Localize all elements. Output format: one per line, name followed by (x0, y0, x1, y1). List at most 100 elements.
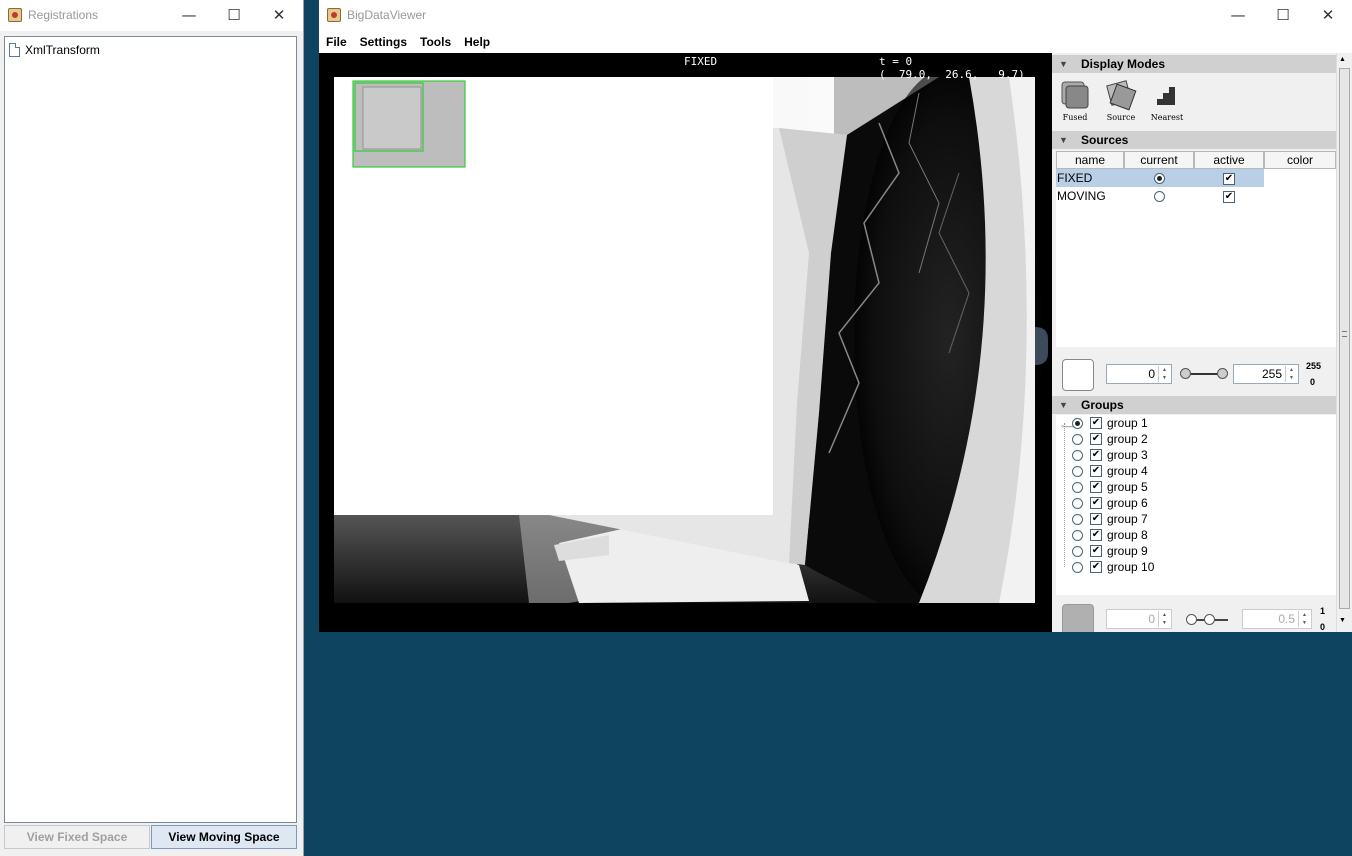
window-title: Registrations (28, 8, 99, 22)
mode-source-button[interactable]: Source (1099, 79, 1143, 122)
group-active-checkbox[interactable]: ✔ (1090, 497, 1102, 509)
current-group-radio[interactable] (1072, 545, 1083, 557)
group-active-checkbox[interactable]: ✔ (1090, 481, 1102, 493)
view-moving-space-button[interactable]: View Moving Space (151, 825, 297, 849)
source-name: FIXED (1056, 169, 1124, 187)
group-active-checkbox[interactable]: ✔ (1090, 465, 1102, 477)
registrations-titlebar[interactable]: Registrations — ☐ ✕ (0, 0, 303, 31)
source-row-moving[interactable]: MOVING ✔ (1056, 187, 1336, 205)
menu-tools[interactable]: Tools (420, 35, 451, 49)
group-row[interactable]: ✔ group 1 (1060, 415, 1148, 431)
menu-settings[interactable]: Settings (360, 35, 407, 49)
sources-table-header: name current active color (1056, 151, 1336, 169)
active-source-checkbox[interactable]: ✔ (1223, 190, 1235, 203)
display-modes-header[interactable]: ▼ Display Modes (1052, 55, 1336, 73)
volume-render (334, 68, 1048, 608)
grip-icon (1342, 331, 1347, 337)
mode-nearest-button[interactable]: Nearest (1145, 79, 1189, 122)
source-row-fixed[interactable]: FIXED ✔ (1056, 169, 1336, 187)
source-color-cell[interactable] (1264, 187, 1336, 205)
group-active-checkbox[interactable]: ✔ (1090, 417, 1102, 429)
menu-help[interactable]: Help (464, 35, 490, 49)
scroll-thumb[interactable] (1339, 68, 1350, 609)
maximize-icon[interactable]: ☐ (223, 4, 245, 26)
source-min-spinner[interactable]: 0 ▲ ▼ (1106, 364, 1172, 384)
group-active-checkbox[interactable]: ✔ (1090, 529, 1102, 541)
tree-item-label: XmlTransform (25, 43, 100, 57)
current-group-radio[interactable] (1072, 481, 1083, 493)
group-row[interactable]: ✔ group 6 (1060, 495, 1148, 511)
group-max-spinner[interactable]: 0.5 ▲ ▼ (1242, 609, 1312, 629)
col-color[interactable]: color (1264, 151, 1336, 169)
minimize-icon[interactable]: — (178, 4, 200, 26)
group-row[interactable]: ✔ group 10 (1060, 559, 1154, 575)
group-color-swatch[interactable] (1062, 604, 1094, 632)
group-active-checkbox[interactable]: ✔ (1090, 433, 1102, 445)
current-source-radio[interactable] (1153, 173, 1165, 185)
image-viewer-canvas[interactable]: FIXED t = 0 ( 79.0, 26.6, 9.7) (319, 53, 1048, 632)
current-source-radio[interactable] (1153, 191, 1165, 203)
bdv-titlebar[interactable]: BigDataViewer — ☐ ✕ (319, 0, 1352, 31)
spinner-arrows-icon[interactable]: ▲ ▼ (1158, 366, 1170, 382)
group-row[interactable]: ✔ group 7 (1060, 511, 1148, 527)
current-group-radio[interactable] (1072, 529, 1083, 541)
group-row[interactable]: ✔ group 2 (1060, 431, 1148, 447)
source-min-knob[interactable] (1180, 368, 1191, 379)
sources-header[interactable]: ▼ Sources (1052, 131, 1336, 149)
group-min-spinner[interactable]: 0 ▲ ▼ (1106, 609, 1172, 629)
col-current[interactable]: current (1124, 151, 1194, 169)
group-label: group 2 (1107, 432, 1148, 446)
group-row[interactable]: ✔ group 5 (1060, 479, 1148, 495)
active-source-checkbox[interactable]: ✔ (1223, 172, 1235, 185)
menu-bar: File Settings Tools Help (319, 31, 1352, 53)
side-panel-scrollbar[interactable]: ▲ ▼ (1336, 53, 1352, 632)
view-fixed-space-button[interactable]: View Fixed Space (4, 825, 150, 849)
group-row[interactable]: ✔ group 3 (1060, 447, 1148, 463)
col-name[interactable]: name (1056, 151, 1124, 169)
col-active[interactable]: active (1194, 151, 1264, 169)
source-max-spinner[interactable]: 255 ▲ ▼ (1233, 364, 1299, 384)
current-group-radio[interactable] (1072, 449, 1083, 461)
spinner-arrows-icon[interactable]: ▲ ▼ (1298, 611, 1310, 627)
close-icon[interactable]: ✕ (1317, 4, 1339, 26)
registration-tree[interactable]: XmlTransform (4, 36, 297, 823)
current-group-radio[interactable] (1072, 497, 1083, 509)
group-active-checkbox[interactable]: ✔ (1090, 449, 1102, 461)
mode-fused-button[interactable]: Fused (1053, 79, 1097, 122)
scroll-up-icon[interactable]: ▲ (1339, 56, 1346, 63)
group-max-knob[interactable] (1204, 614, 1215, 625)
group-min-knob[interactable] (1186, 614, 1197, 625)
source-color-cell[interactable] (1264, 169, 1336, 187)
group-row[interactable]: ✔ group 9 (1060, 543, 1148, 559)
current-group-radio[interactable] (1072, 465, 1083, 477)
group-row[interactable]: ✔ group 8 (1060, 527, 1148, 543)
java-app-icon (8, 8, 22, 22)
group-active-checkbox[interactable]: ✔ (1090, 545, 1102, 557)
current-group-radio[interactable] (1072, 417, 1083, 429)
source-color-swatch[interactable] (1062, 359, 1094, 391)
group-label: group 6 (1107, 496, 1148, 510)
group-active-checkbox[interactable]: ✔ (1090, 561, 1102, 573)
java-app-icon (327, 8, 341, 22)
group-active-checkbox[interactable]: ✔ (1090, 513, 1102, 525)
tree-item-xmltransform[interactable]: XmlTransform (9, 41, 100, 59)
collapse-triangle-icon: ▼ (1059, 59, 1068, 69)
menu-file[interactable]: File (326, 35, 347, 49)
groups-header[interactable]: ▼ Groups (1052, 396, 1336, 414)
range-min-label: 0 (1310, 377, 1316, 387)
spinner-arrows-icon[interactable]: ▲ ▼ (1158, 611, 1170, 627)
group-label: group 7 (1107, 512, 1148, 526)
close-icon[interactable]: ✕ (268, 4, 290, 26)
registrations-window: Registrations — ☐ ✕ XmlTransform View Fi… (0, 0, 304, 856)
source-max-knob[interactable] (1217, 368, 1228, 379)
group-row[interactable]: ✔ group 4 (1060, 463, 1148, 479)
sources-table: name current active color FIXED ✔ MOVING… (1056, 151, 1336, 347)
minimize-icon[interactable]: — (1227, 4, 1249, 26)
current-group-radio[interactable] (1072, 513, 1083, 525)
scroll-down-icon[interactable]: ▼ (1339, 617, 1346, 624)
current-group-radio[interactable] (1072, 433, 1083, 445)
spinner-arrows-icon[interactable]: ▲ ▼ (1285, 366, 1297, 382)
maximize-icon[interactable]: ☐ (1272, 4, 1294, 26)
current-group-radio[interactable] (1072, 561, 1083, 573)
current-source-label: FIXED (684, 55, 718, 68)
